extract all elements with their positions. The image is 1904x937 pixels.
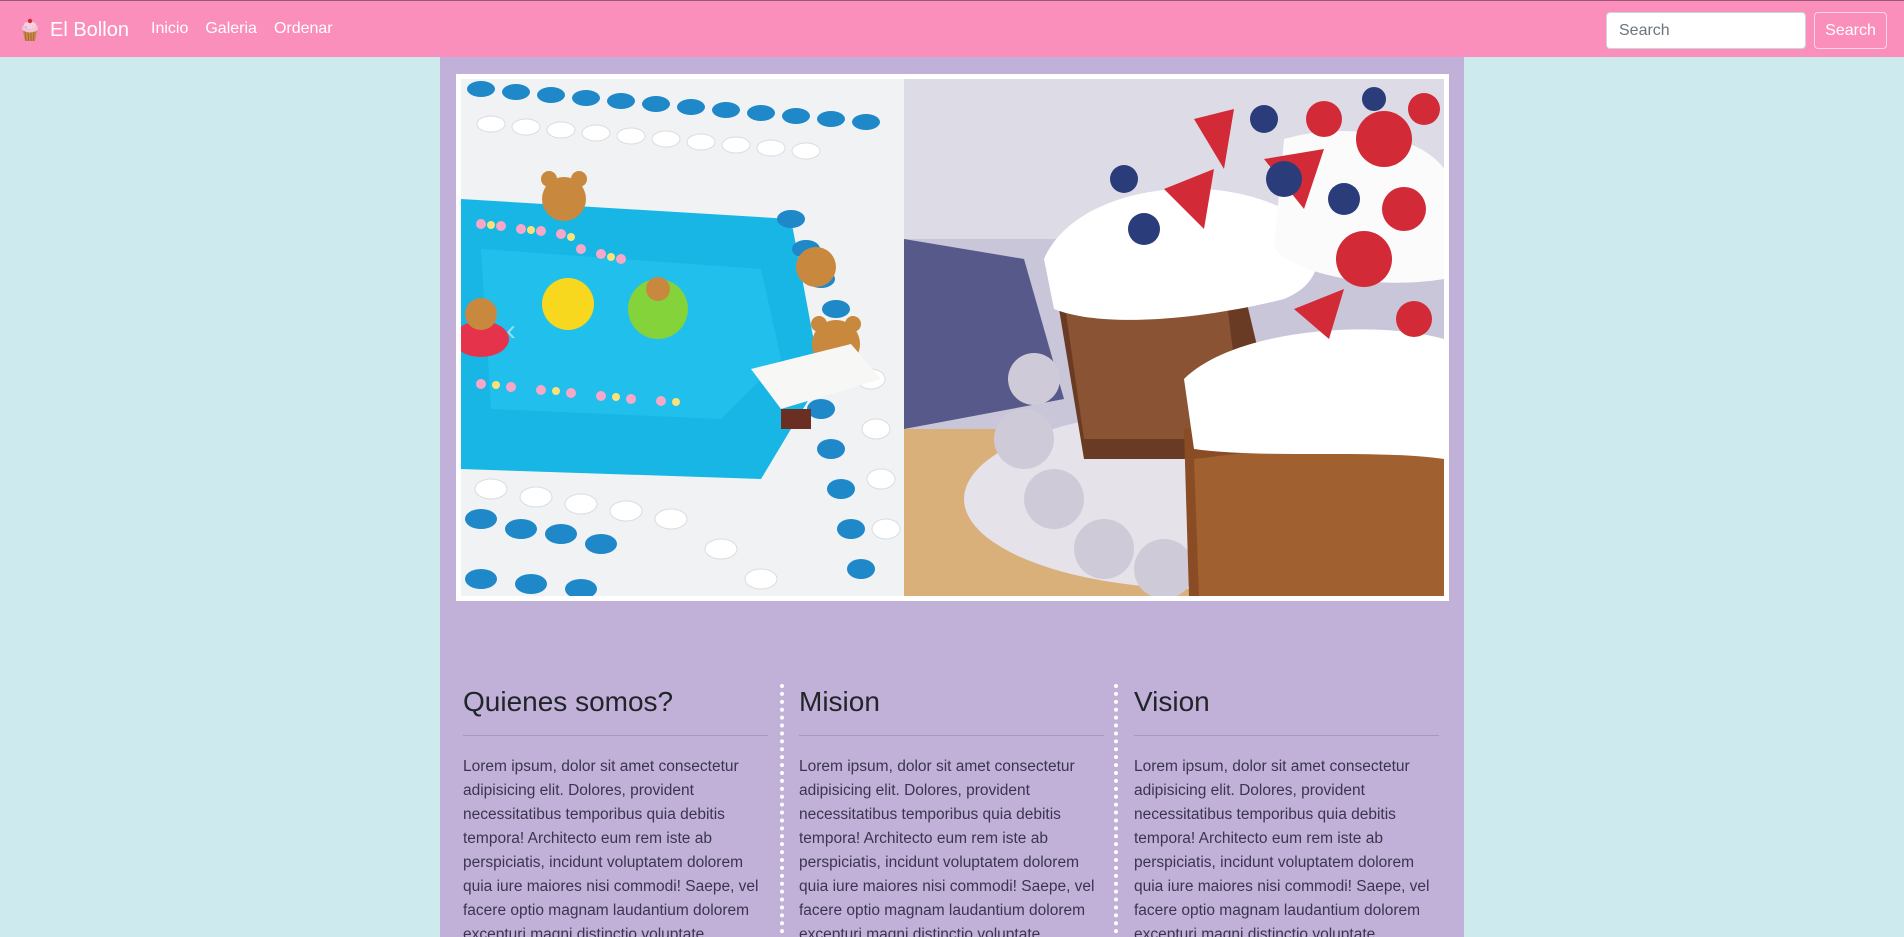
nav-link-ordenar[interactable]: Ordenar [274, 20, 333, 38]
chevron-left-icon[interactable]: ‹ [506, 314, 526, 354]
section-title: Vision [1134, 686, 1210, 717]
navbar: El Bollon Inicio Galeria Ordenar Search [0, 0, 1904, 57]
section-text: Lorem ipsum, dolor sit amet consectetur … [463, 758, 759, 937]
image-carousel[interactable]: ‹ [456, 74, 1449, 601]
section-divider [463, 735, 768, 736]
section-divider [1134, 735, 1439, 736]
section-title: Mision [799, 686, 880, 717]
section-mision: Mision Lorem ipsum, dolor sit amet conse… [799, 685, 1104, 937]
nav-link-inicio[interactable]: Inicio [151, 20, 188, 38]
search-button[interactable]: Search [1814, 12, 1887, 49]
section-text: Lorem ipsum, dolor sit amet consectetur … [799, 758, 1095, 937]
section-quienes-somos: Quienes somos? Lorem ipsum, dolor sit am… [463, 685, 768, 937]
column-divider [780, 684, 784, 937]
brand-name: El Bollon [50, 18, 129, 41]
cupcake-icon [20, 18, 40, 42]
main-container: ‹ Quienes somos? Lorem ipsum, dolor sit … [440, 57, 1464, 937]
section-divider [799, 735, 1104, 736]
carousel-image-berry-cake [904, 79, 1444, 596]
section-text: Lorem ipsum, dolor sit amet consectetur … [1134, 758, 1430, 937]
search-input[interactable] [1606, 12, 1806, 49]
brand-link[interactable]: El Bollon [20, 15, 129, 45]
carousel-image-pool-cake: ‹ [461, 79, 904, 596]
nav-link-galeria[interactable]: Galeria [205, 20, 257, 38]
section-title: Quienes somos? [463, 686, 674, 717]
nav-links: Inicio Galeria Ordenar [151, 20, 350, 38]
section-vision: Vision Lorem ipsum, dolor sit amet conse… [1134, 685, 1439, 937]
column-divider [1114, 684, 1118, 937]
